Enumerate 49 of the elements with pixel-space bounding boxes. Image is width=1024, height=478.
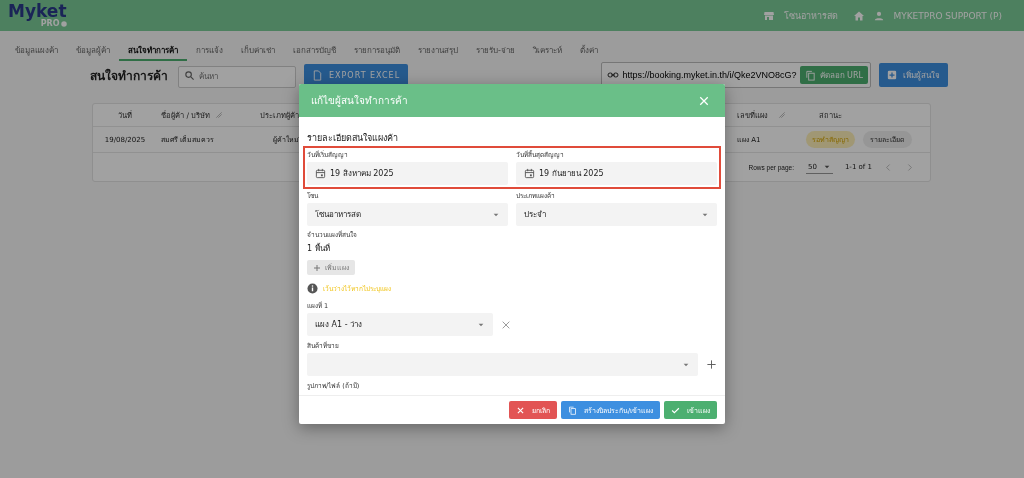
select-field[interactable]: แผง A1 - ว่าง: [307, 313, 493, 336]
page-title: สนใจทำการค้า: [90, 67, 169, 85]
select-field[interactable]: โซนอาหารสด: [307, 203, 508, 226]
date-field[interactable]: 19 กันยายน 2025: [516, 162, 717, 185]
logo-text: Myket: [8, 3, 67, 20]
close-icon[interactable]: [501, 319, 511, 330]
resize-handle-icon: [215, 111, 224, 119]
url-text: https://booking.myket.in.th/i/Qke2VNO8cG?: [622, 70, 797, 80]
calendar-icon: [524, 168, 535, 179]
file-icon: [312, 69, 323, 81]
calendar-icon: [315, 168, 326, 179]
logo-subtext: PRO: [40, 20, 60, 28]
plus-icon[interactable]: [706, 359, 717, 370]
nav-tab[interactable]: วิเคราะห์: [523, 31, 571, 61]
add-interest-button[interactable]: เพิ่มผู้สนใจ: [879, 63, 948, 87]
nav-tab[interactable]: เอกสารบัญชี: [284, 31, 345, 61]
nav-tab[interactable]: รายการอนุมัติ: [345, 31, 409, 61]
copy-icon: [567, 405, 577, 415]
date-field[interactable]: 19 สิงหาคม 2025: [307, 162, 508, 185]
select-field[interactable]: ประจำ: [516, 203, 717, 226]
stall-count: 1 พื้นที่: [307, 242, 331, 255]
select-field[interactable]: [307, 353, 698, 376]
home-icon[interactable]: [853, 9, 866, 22]
nav-tab[interactable]: รายรับ-จ่าย: [467, 31, 524, 61]
dialog-title: แก้ไขผู้สนใจทำการค้า: [311, 94, 408, 108]
copy-icon: [804, 69, 816, 81]
info-icon: [307, 283, 318, 294]
copy-url-button[interactable]: คัดลอก URL: [799, 66, 868, 84]
search-icon: [184, 70, 195, 81]
export-button[interactable]: EXPORT EXCEL: [304, 64, 409, 86]
chevron-right-icon[interactable]: [905, 162, 914, 172]
plus-icon: [313, 263, 321, 272]
store-icon: [763, 9, 776, 22]
nav-tab[interactable]: ข้อมูลผู้ค้า: [67, 31, 119, 61]
nav-tab[interactable]: เก็บค่าเช่า: [232, 31, 284, 61]
resize-handle-icon: [778, 111, 786, 119]
nav-tab[interactable]: รายงานสรุป: [409, 31, 467, 61]
nav-tab[interactable]: ข้อมูลแผงค้า: [6, 31, 67, 61]
person-icon: [874, 10, 885, 21]
check-icon: [671, 405, 680, 415]
section-title: รายละเอียดสนใจแผงค้า: [307, 132, 399, 145]
close-icon: [515, 405, 525, 415]
link-icon: [607, 69, 620, 81]
plus-box-icon: [887, 70, 897, 80]
search-field[interactable]: ค้นหา: [178, 65, 296, 88]
nav-tab[interactable]: สนใจทำการค้า: [119, 31, 187, 61]
nav-tab[interactable]: การแจ้ง: [187, 31, 232, 61]
nav-tab[interactable]: ตั้งค่า: [570, 31, 607, 61]
chevron-left-icon[interactable]: [884, 162, 893, 172]
